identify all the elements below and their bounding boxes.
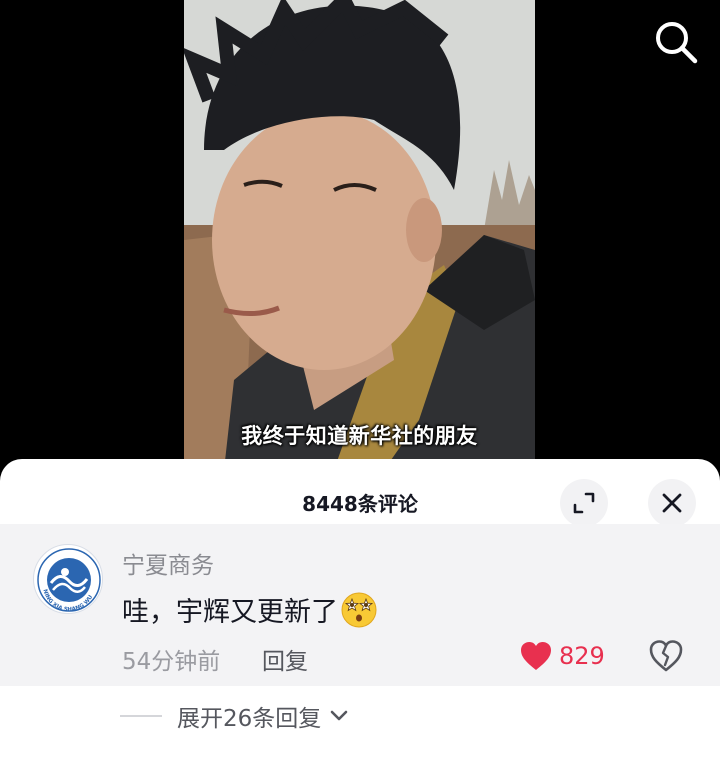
search-button[interactable]	[650, 16, 702, 68]
like-button[interactable]: 829	[519, 636, 605, 676]
search-icon	[656, 22, 698, 64]
close-comments-button[interactable]	[648, 479, 696, 527]
broken-heart-icon	[649, 640, 683, 672]
divider	[120, 715, 162, 717]
expand-replies-button[interactable]: 展开26条回复	[120, 701, 349, 732]
comment-time: 54分钟前	[122, 649, 221, 675]
video-stage[interactable]: 我终于知道新华社的朋友	[0, 0, 720, 470]
expand-icon	[573, 492, 595, 514]
video-player[interactable]: 我终于知道新华社的朋友	[184, 0, 535, 470]
close-icon	[662, 493, 682, 513]
starry-eyes-emoji-icon	[341, 592, 377, 627]
video-frame-image	[184, 0, 535, 470]
dislike-button[interactable]	[648, 638, 684, 674]
comment-text: 哇，宇辉又更新了	[122, 597, 338, 628]
chevron-down-icon	[330, 710, 348, 721]
comments-sheet: 8448条评论 NING XIA SHANG WU 宁夏商务 哇，宇辉又更新了 …	[0, 459, 720, 765]
comment-author[interactable]: 宁夏商务	[122, 546, 214, 580]
comments-header: 8448条评论	[0, 459, 720, 527]
reply-button[interactable]: 回复	[262, 642, 308, 676]
heart-icon	[521, 642, 551, 670]
like-count: 829	[559, 642, 605, 670]
avatar[interactable]: NING XIA SHANG WU	[33, 544, 103, 614]
expand-replies-label: 展开26条回复	[177, 706, 322, 732]
expand-comments-button[interactable]	[560, 479, 608, 527]
video-subtitle: 我终于知道新华社的朋友	[241, 424, 478, 448]
comments-title: 8448条评论	[302, 492, 418, 516]
ningxia-commerce-logo: NING XIA SHANG WU	[36, 547, 102, 613]
comment-item[interactable]: NING XIA SHANG WU 宁夏商务 哇，宇辉又更新了 54分钟前 回复	[0, 524, 720, 686]
comment-body: 哇，宇辉又更新了	[122, 590, 378, 629]
